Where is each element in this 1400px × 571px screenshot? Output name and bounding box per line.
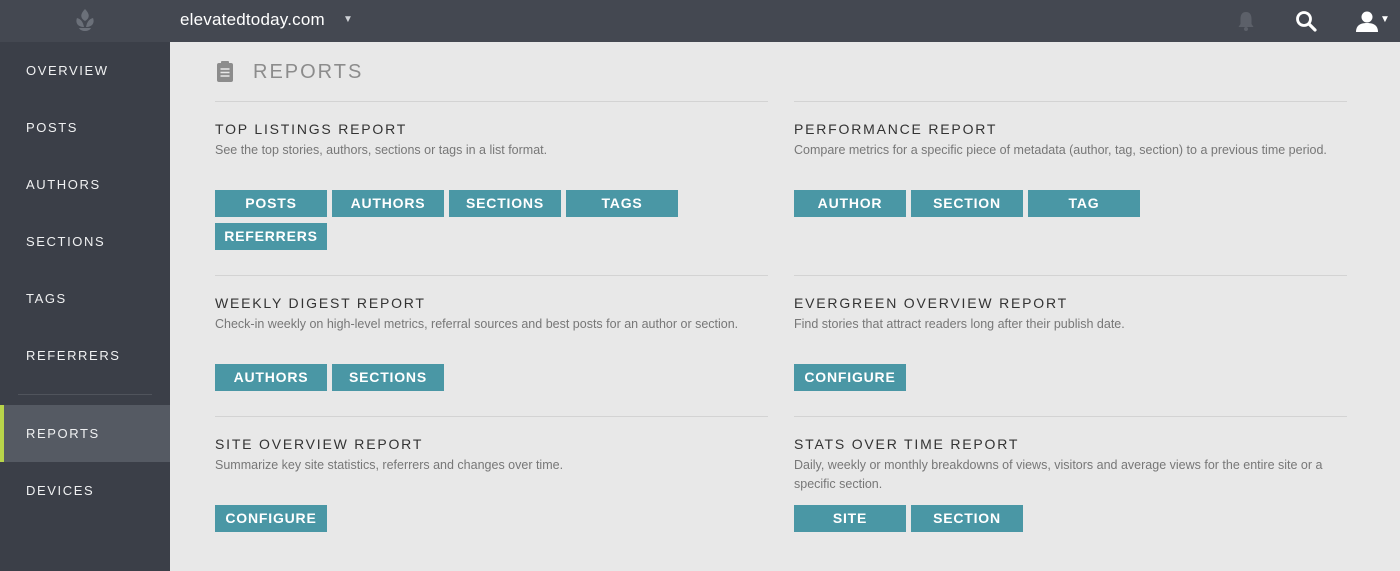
configure-button[interactable]: CONFIGURE bbox=[215, 505, 327, 532]
report-description: Compare metrics for a specific piece of … bbox=[794, 143, 1327, 157]
report-site-overview: SITE OVERVIEW REPORT Summarize key site … bbox=[215, 416, 768, 556]
report-top-listings: TOP LISTINGS REPORT See the top stories,… bbox=[215, 101, 768, 271]
clipboard-icon bbox=[217, 61, 233, 82]
page-title: REPORTS bbox=[253, 61, 364, 83]
chevron-down-icon[interactable]: ▼ bbox=[343, 14, 353, 25]
user-icon[interactable] bbox=[1353, 9, 1381, 33]
sidebar-item-label: POSTS bbox=[26, 120, 79, 135]
sidebar-item-reports[interactable]: REPORTS bbox=[0, 405, 170, 462]
section-button[interactable]: SECTION bbox=[911, 190, 1023, 217]
report-performance: PERFORMANCE REPORT Compare metrics for a… bbox=[794, 101, 1347, 271]
report-stats-over-time: STATS OVER TIME REPORT Daily, weekly or … bbox=[794, 416, 1347, 556]
report-description: Find stories that attract readers long a… bbox=[794, 317, 1125, 331]
configure-button[interactable]: CONFIGURE bbox=[794, 364, 906, 391]
main-content: REPORTS TOP LISTINGS REPORT See the top … bbox=[170, 42, 1400, 571]
sidebar-item-referrers[interactable]: REFERRERS bbox=[0, 327, 170, 384]
report-evergreen-overview: EVERGREEN OVERVIEW REPORT Find stories t… bbox=[794, 275, 1347, 415]
tag-button[interactable]: TAG bbox=[1028, 190, 1140, 217]
sections-button[interactable]: SECTIONS bbox=[332, 364, 444, 391]
authors-button[interactable]: AUTHORS bbox=[332, 190, 444, 217]
sidebar-item-label: OVERVIEW bbox=[26, 63, 109, 78]
search-icon[interactable] bbox=[1294, 9, 1318, 33]
author-button[interactable]: AUTHOR bbox=[794, 190, 906, 217]
report-title: TOP LISTINGS REPORT bbox=[215, 121, 408, 137]
report-title: PERFORMANCE REPORT bbox=[794, 121, 998, 137]
sidebar-item-authors[interactable]: AUTHORS bbox=[0, 156, 170, 213]
tags-button[interactable]: TAGS bbox=[566, 190, 678, 217]
report-description: Summarize key site statistics, referrers… bbox=[215, 458, 564, 472]
sidebar-item-posts[interactable]: POSTS bbox=[0, 99, 170, 156]
sidebar-item-label: TAGS bbox=[26, 291, 67, 306]
sidebar-item-label: DEVICES bbox=[26, 483, 95, 498]
sidebar-item-tags[interactable]: TAGS bbox=[0, 270, 170, 327]
referrers-button[interactable]: REFERRERS bbox=[215, 223, 327, 250]
sidebar-item-label: REFERRERS bbox=[26, 348, 121, 363]
report-weekly-digest: WEEKLY DIGEST REPORT Check-in weekly on … bbox=[215, 275, 768, 415]
sidebar-nav: OVERVIEW POSTS AUTHORS SECTIONS TAGS REF… bbox=[0, 42, 170, 571]
sidebar-item-label: AUTHORS bbox=[26, 177, 101, 192]
sidebar-item-sections[interactable]: SECTIONS bbox=[0, 213, 170, 270]
site-button[interactable]: SITE bbox=[794, 505, 906, 532]
report-title: STATS OVER TIME REPORT bbox=[794, 436, 1020, 452]
posts-button[interactable]: POSTS bbox=[215, 190, 327, 217]
sidebar-divider bbox=[18, 394, 152, 395]
report-description: Check-in weekly on high-level metrics, r… bbox=[215, 317, 739, 331]
sections-button[interactable]: SECTIONS bbox=[449, 190, 561, 217]
site-selector[interactable]: elevatedtoday.com bbox=[180, 10, 325, 30]
top-bar: elevatedtoday.com ▼ ▼ bbox=[0, 0, 1400, 42]
sidebar-item-label: REPORTS bbox=[26, 426, 100, 441]
chevron-down-icon[interactable]: ▼ bbox=[1380, 14, 1390, 25]
sidebar-item-overview[interactable]: OVERVIEW bbox=[0, 42, 170, 99]
report-title: EVERGREEN OVERVIEW REPORT bbox=[794, 295, 1068, 311]
report-description: See the top stories, authors, sections o… bbox=[215, 143, 548, 157]
sidebar-item-devices[interactable]: DEVICES bbox=[0, 462, 170, 519]
bell-icon[interactable] bbox=[1234, 9, 1258, 33]
authors-button[interactable]: AUTHORS bbox=[215, 364, 327, 391]
report-title: SITE OVERVIEW REPORT bbox=[215, 436, 424, 452]
report-description: Daily, weekly or monthly breakdowns of v… bbox=[794, 458, 1323, 491]
section-button[interactable]: SECTION bbox=[911, 505, 1023, 532]
report-title: WEEKLY DIGEST REPORT bbox=[215, 295, 426, 311]
leaf-logo-icon[interactable] bbox=[70, 6, 100, 36]
sidebar-item-label: SECTIONS bbox=[26, 234, 106, 249]
